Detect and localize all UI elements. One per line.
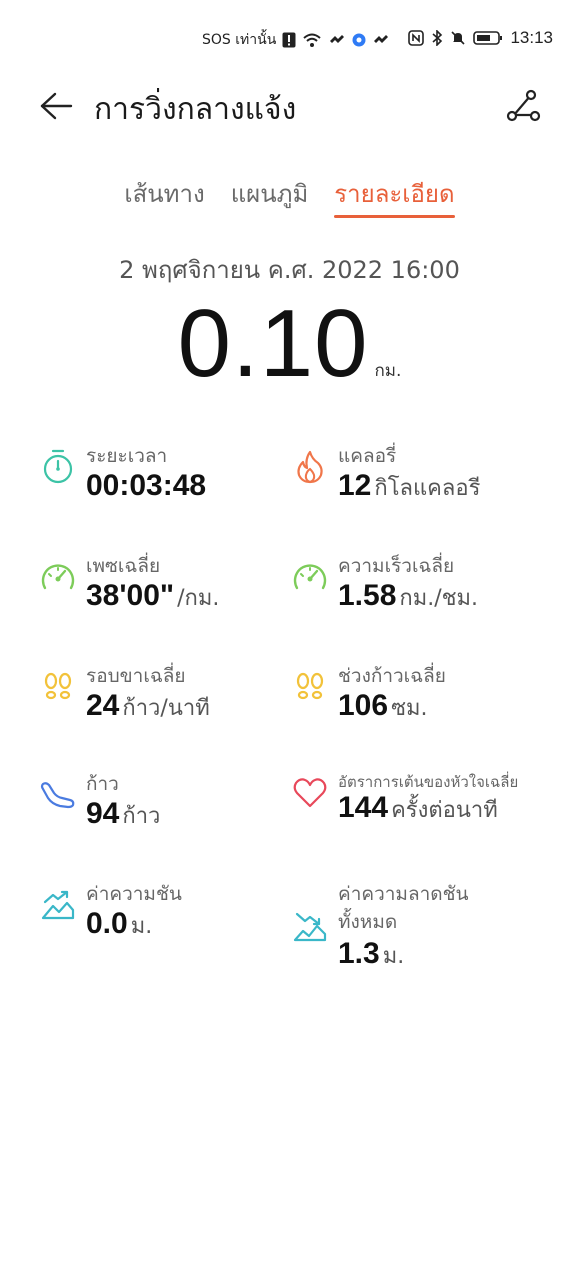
- metric-label: ก้าว: [86, 773, 119, 795]
- metric-unit: กม./ชม.: [399, 586, 479, 611]
- distance-value: 0.10: [177, 290, 369, 397]
- metric-value-line: 106 ซม.: [338, 689, 428, 725]
- metric-label: ช่วงก้าวเฉลี่ย: [338, 665, 446, 687]
- carrier-text: SOS เท่านั้น: [202, 32, 277, 48]
- metric-value: 1.58: [338, 579, 397, 612]
- clock-time: 13:13: [510, 28, 553, 47]
- metric-value: 38'00": [86, 579, 175, 612]
- back-button[interactable]: [38, 88, 74, 124]
- metric-value: 0.0: [86, 907, 128, 940]
- metric-label: แคลอรี่: [338, 445, 397, 467]
- tab-bar: เส้นทาง แผนภูมิ รายละเอียด: [0, 174, 579, 224]
- footprints-icon: [40, 669, 76, 705]
- metric-unit: ซม.: [391, 696, 428, 721]
- tab-details[interactable]: รายละเอียด: [321, 174, 467, 218]
- speedometer-icon: [292, 559, 328, 595]
- metric-value: 1.3: [338, 937, 380, 970]
- tab-route[interactable]: เส้นทาง: [111, 174, 217, 218]
- wifi-icon: [302, 32, 322, 48]
- speedometer-icon: [40, 559, 76, 595]
- app-bar: การวิ่งกลางแจ้ง: [0, 80, 579, 136]
- metric-value: 12: [338, 469, 372, 502]
- mountain-down-icon: [292, 909, 328, 945]
- metric-label: ความเร็วเฉลี่ย: [338, 555, 455, 577]
- metric-value-line: 24 ก้าว/นาที: [86, 689, 210, 725]
- metric-unit: ม.: [382, 944, 405, 969]
- mute-bell-icon: [450, 30, 466, 46]
- metric-unit: ก้าว/นาที: [122, 696, 210, 721]
- metric-value: 94: [86, 797, 120, 830]
- metric-value: 144: [338, 791, 389, 824]
- messenger-icon: [352, 33, 366, 47]
- metric-value-line: 38'00" /กม.: [86, 579, 219, 615]
- metric-value-line: 00:03:48: [86, 469, 206, 503]
- metric-value: 24: [86, 689, 120, 722]
- metric-label: ค่าความชัน: [86, 883, 182, 905]
- arrow-left-icon: [40, 92, 73, 120]
- nfc-icon: [408, 30, 425, 46]
- distance-display: 0.10 กม.: [0, 296, 579, 392]
- page-title: การวิ่งกลางแจ้ง: [94, 92, 297, 127]
- status-right: 13:13: [408, 28, 553, 48]
- flame-icon: [292, 449, 328, 485]
- app-notification-icon-2: [372, 33, 390, 47]
- metric-unit: /กม.: [177, 586, 220, 611]
- metric-label: ระยะเวลา: [86, 445, 168, 467]
- stopwatch-icon: [40, 449, 76, 485]
- metric-unit: ครั้งต่อนาที: [391, 798, 498, 823]
- metric-label: รอบขาเฉลี่ย: [86, 665, 186, 687]
- metric-value: 00:03:48: [86, 469, 207, 502]
- metric-unit: ม.: [130, 914, 153, 939]
- app-notification-icon: [328, 33, 346, 47]
- metric-value-line: 1.3 ม.: [338, 937, 404, 973]
- shoe-icon: [40, 777, 76, 813]
- status-left: SOS เท่านั้น: [202, 29, 390, 51]
- metric-unit: ก้าว: [122, 804, 161, 829]
- metric-value: 106: [338, 689, 389, 722]
- metric-unit: กิโลแคลอรี: [374, 476, 481, 501]
- metric-value-line: 94 ก้าว: [86, 797, 160, 833]
- status-bar: SOS เท่านั้น 13:13: [0, 0, 579, 78]
- metric-value-line: 144 ครั้งต่อนาที: [338, 791, 498, 827]
- footprints-icon: [292, 669, 328, 705]
- bluetooth-icon: [431, 30, 443, 46]
- metric-value-line: 0.0 ม.: [86, 907, 152, 943]
- heart-icon: [292, 775, 328, 811]
- metric-label: เพซเฉลี่ย: [86, 555, 161, 577]
- sim-alert-icon: [282, 32, 296, 48]
- metric-value-line: 1.58 กม./ชม.: [338, 579, 478, 615]
- workout-date: 2 พฤศจิกายน ค.ศ. 2022 16:00: [119, 256, 460, 284]
- battery-icon: [473, 30, 503, 46]
- metric-value-line: 12 กิโลแคลอรี: [338, 469, 480, 505]
- metric-label-line2: ทั้งหมด: [338, 911, 398, 933]
- mountain-up-icon: [40, 887, 76, 923]
- route-icon: [506, 89, 541, 122]
- metric-label-line1: ค่าความลาดชัน: [338, 883, 469, 905]
- tab-chart[interactable]: แผนภูมิ: [218, 174, 322, 218]
- route-share-button[interactable]: [503, 86, 543, 126]
- distance-unit: กม.: [374, 361, 402, 381]
